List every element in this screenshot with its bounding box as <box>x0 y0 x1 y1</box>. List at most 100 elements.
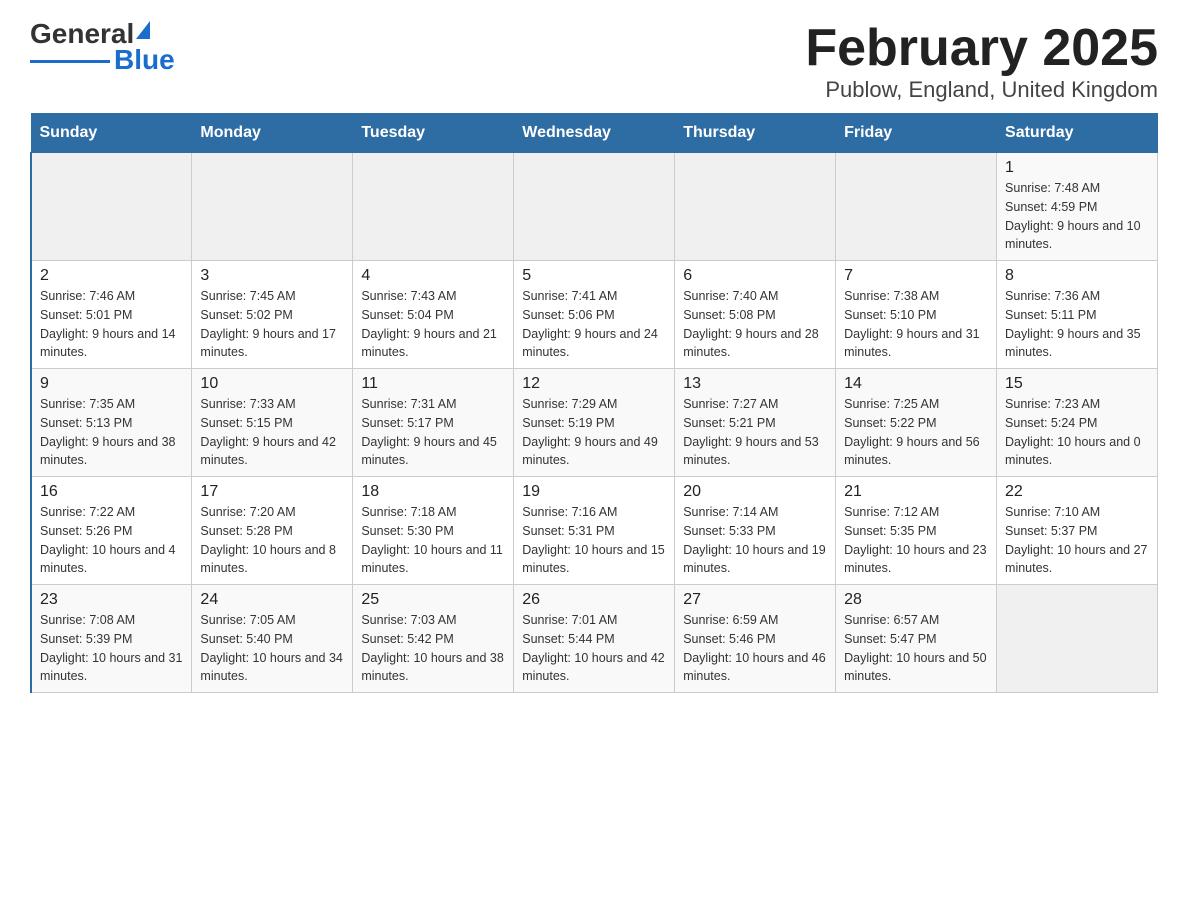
day-number: 15 <box>1005 375 1149 393</box>
page-title: February 2025 <box>805 20 1158 77</box>
table-row: 12 Sunrise: 7:29 AMSunset: 5:19 PMDayligh… <box>514 369 675 477</box>
table-row <box>514 153 675 261</box>
calendar-row: 2 Sunrise: 7:46 AMSunset: 5:01 PMDaylight… <box>31 261 1158 369</box>
day-number: 12 <box>522 375 666 393</box>
table-row: 25 Sunrise: 7:03 AMSunset: 5:42 PMDayligh… <box>353 585 514 693</box>
table-row <box>192 153 353 261</box>
table-row <box>353 153 514 261</box>
table-row: 3 Sunrise: 7:45 AMSunset: 5:02 PMDaylight… <box>192 261 353 369</box>
day-number: 4 <box>361 267 505 285</box>
calendar-row: 9 Sunrise: 7:35 AMSunset: 5:13 PMDaylight… <box>31 369 1158 477</box>
table-row: 26 Sunrise: 7:01 AMSunset: 5:44 PMDayligh… <box>514 585 675 693</box>
table-row <box>997 585 1158 693</box>
day-info: Sunrise: 7:46 AMSunset: 5:01 PMDaylight:… <box>40 287 183 362</box>
table-row: 2 Sunrise: 7:46 AMSunset: 5:01 PMDaylight… <box>31 261 192 369</box>
day-info: Sunrise: 7:05 AMSunset: 5:40 PMDaylight:… <box>200 611 344 686</box>
table-row: 5 Sunrise: 7:41 AMSunset: 5:06 PMDaylight… <box>514 261 675 369</box>
calendar-row: 23Sunrise: 7:08 AMSunset: 5:39 PMDayligh… <box>31 585 1158 693</box>
table-row: 11 Sunrise: 7:31 AMSunset: 5:17 PMDayligh… <box>353 369 514 477</box>
day-number: 17 <box>200 483 344 501</box>
calendar-row: 16 Sunrise: 7:22 AMSunset: 5:26 PMDayligh… <box>31 477 1158 585</box>
calendar-table: Sunday Monday Tuesday Wednesday Thursday… <box>30 113 1158 693</box>
table-row: 7 Sunrise: 7:38 AMSunset: 5:10 PMDaylight… <box>836 261 997 369</box>
day-number: 5 <box>522 267 666 285</box>
table-row: 4 Sunrise: 7:43 AMSunset: 5:04 PMDaylight… <box>353 261 514 369</box>
logo: General Blue <box>30 20 175 74</box>
table-row: 17 Sunrise: 7:20 AMSunset: 5:28 PMDayligh… <box>192 477 353 585</box>
day-number: 24 <box>200 591 344 609</box>
day-info: Sunrise: 7:48 AMSunset: 4:59 PMDaylight:… <box>1005 179 1149 254</box>
table-row: 10Sunrise: 7:33 AMSunset: 5:15 PMDayligh… <box>192 369 353 477</box>
table-row: 14 Sunrise: 7:25 AMSunset: 5:22 PMDayligh… <box>836 369 997 477</box>
col-friday: Friday <box>836 114 997 153</box>
day-number: 9 <box>40 375 183 393</box>
table-row: 27Sunrise: 6:59 AMSunset: 5:46 PMDayligh… <box>675 585 836 693</box>
day-number: 22 <box>1005 483 1149 501</box>
day-number: 11 <box>361 375 505 393</box>
table-row: 13Sunrise: 7:27 AMSunset: 5:21 PMDayligh… <box>675 369 836 477</box>
day-info: Sunrise: 7:23 AMSunset: 5:24 PMDaylight:… <box>1005 395 1149 470</box>
table-row: 16 Sunrise: 7:22 AMSunset: 5:26 PMDayligh… <box>31 477 192 585</box>
table-row: 22 Sunrise: 7:10 AMSunset: 5:37 PMDayligh… <box>997 477 1158 585</box>
day-info: Sunrise: 7:36 AMSunset: 5:11 PMDaylight:… <box>1005 287 1149 362</box>
title-block: February 2025 Publow, England, United Ki… <box>805 20 1158 103</box>
table-row: 6 Sunrise: 7:40 AMSunset: 5:08 PMDaylight… <box>675 261 836 369</box>
day-info: Sunrise: 7:12 AMSunset: 5:35 PMDaylight:… <box>844 503 988 578</box>
table-row: 18Sunrise: 7:18 AMSunset: 5:30 PMDayligh… <box>353 477 514 585</box>
day-info: Sunrise: 7:10 AMSunset: 5:37 PMDaylight:… <box>1005 503 1149 578</box>
table-row: 28Sunrise: 6:57 AMSunset: 5:47 PMDayligh… <box>836 585 997 693</box>
day-info: Sunrise: 7:01 AMSunset: 5:44 PMDaylight:… <box>522 611 666 686</box>
col-sunday: Sunday <box>31 114 192 153</box>
day-info: Sunrise: 7:41 AMSunset: 5:06 PMDaylight:… <box>522 287 666 362</box>
table-row <box>675 153 836 261</box>
table-row: 9 Sunrise: 7:35 AMSunset: 5:13 PMDaylight… <box>31 369 192 477</box>
day-info: Sunrise: 7:03 AMSunset: 5:42 PMDaylight:… <box>361 611 505 686</box>
calendar-header-row: Sunday Monday Tuesday Wednesday Thursday… <box>31 114 1158 153</box>
col-thursday: Thursday <box>675 114 836 153</box>
day-info: Sunrise: 7:22 AMSunset: 5:26 PMDaylight:… <box>40 503 183 578</box>
day-number: 14 <box>844 375 988 393</box>
day-number: 3 <box>200 267 344 285</box>
day-number: 2 <box>40 267 183 285</box>
day-info: Sunrise: 7:29 AMSunset: 5:19 PMDaylight:… <box>522 395 666 470</box>
day-info: Sunrise: 7:16 AMSunset: 5:31 PMDaylight:… <box>522 503 666 578</box>
day-info: Sunrise: 6:57 AMSunset: 5:47 PMDaylight:… <box>844 611 988 686</box>
calendar-row: 1 Sunrise: 7:48 AMSunset: 4:59 PMDaylight… <box>31 153 1158 261</box>
table-row: 24 Sunrise: 7:05 AMSunset: 5:40 PMDayligh… <box>192 585 353 693</box>
day-number: 26 <box>522 591 666 609</box>
table-row: 8Sunrise: 7:36 AMSunset: 5:11 PMDaylight… <box>997 261 1158 369</box>
day-number: 25 <box>361 591 505 609</box>
table-row: 21 Sunrise: 7:12 AMSunset: 5:35 PMDayligh… <box>836 477 997 585</box>
day-number: 6 <box>683 267 827 285</box>
day-number: 23 <box>40 591 183 609</box>
day-info: Sunrise: 7:38 AMSunset: 5:10 PMDaylight:… <box>844 287 988 362</box>
day-number: 16 <box>40 483 183 501</box>
day-number: 1 <box>1005 159 1149 177</box>
day-number: 19 <box>522 483 666 501</box>
day-info: Sunrise: 7:14 AMSunset: 5:33 PMDaylight:… <box>683 503 827 578</box>
table-row: 23Sunrise: 7:08 AMSunset: 5:39 PMDayligh… <box>31 585 192 693</box>
day-info: Sunrise: 6:59 AMSunset: 5:46 PMDaylight:… <box>683 611 827 686</box>
col-tuesday: Tuesday <box>353 114 514 153</box>
day-number: 20 <box>683 483 827 501</box>
day-info: Sunrise: 7:35 AMSunset: 5:13 PMDaylight:… <box>40 395 183 470</box>
table-row: 1 Sunrise: 7:48 AMSunset: 4:59 PMDaylight… <box>997 153 1158 261</box>
day-number: 7 <box>844 267 988 285</box>
day-info: Sunrise: 7:33 AMSunset: 5:15 PMDaylight:… <box>200 395 344 470</box>
table-row <box>31 153 192 261</box>
logo-arrow-icon <box>136 21 150 39</box>
col-saturday: Saturday <box>997 114 1158 153</box>
day-info: Sunrise: 7:40 AMSunset: 5:08 PMDaylight:… <box>683 287 827 362</box>
day-number: 21 <box>844 483 988 501</box>
day-info: Sunrise: 7:25 AMSunset: 5:22 PMDaylight:… <box>844 395 988 470</box>
page-header: General Blue February 2025 Publow, Engla… <box>30 20 1158 103</box>
logo-line <box>30 60 110 63</box>
table-row: 20 Sunrise: 7:14 AMSunset: 5:33 PMDayligh… <box>675 477 836 585</box>
col-monday: Monday <box>192 114 353 153</box>
day-number: 13 <box>683 375 827 393</box>
day-info: Sunrise: 7:31 AMSunset: 5:17 PMDaylight:… <box>361 395 505 470</box>
day-info: Sunrise: 7:45 AMSunset: 5:02 PMDaylight:… <box>200 287 344 362</box>
day-info: Sunrise: 7:43 AMSunset: 5:04 PMDaylight:… <box>361 287 505 362</box>
day-info: Sunrise: 7:20 AMSunset: 5:28 PMDaylight:… <box>200 503 344 578</box>
table-row: 15 Sunrise: 7:23 AMSunset: 5:24 PMDayligh… <box>997 369 1158 477</box>
